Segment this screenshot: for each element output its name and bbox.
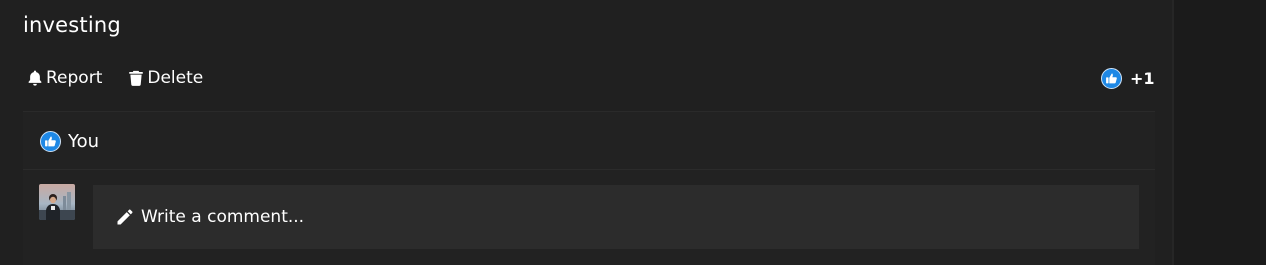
reactions-panel: You Write a comment... [23, 111, 1155, 265]
divider [23, 169, 1155, 170]
delete-label: Delete [147, 68, 204, 88]
page: investing Report Delete +1 You Write a c… [0, 0, 1266, 265]
post-card: investing Report Delete +1 You Write a c… [0, 0, 1172, 265]
comment-input[interactable]: Write a comment... [93, 185, 1139, 249]
liker-name[interactable]: You [68, 131, 99, 152]
trash-icon [127, 69, 145, 87]
right-sidebar [1174, 0, 1266, 265]
report-label: Report [46, 68, 103, 88]
bell-icon [26, 69, 44, 87]
pencil-icon [93, 207, 135, 227]
likes-summary[interactable]: +1 [1101, 66, 1155, 90]
thumbs-up-icon [1101, 67, 1122, 89]
delete-button[interactable]: Delete [127, 68, 203, 88]
likes-count: +1 [1130, 68, 1155, 88]
post-text: investing [23, 13, 121, 37]
report-button[interactable]: Report [26, 68, 102, 88]
likers-row: You [40, 129, 99, 153]
post-actions: Report Delete [26, 66, 228, 90]
comment-placeholder: Write a comment... [141, 207, 305, 227]
avatar[interactable] [39, 184, 75, 220]
thumbs-up-icon [40, 130, 61, 152]
